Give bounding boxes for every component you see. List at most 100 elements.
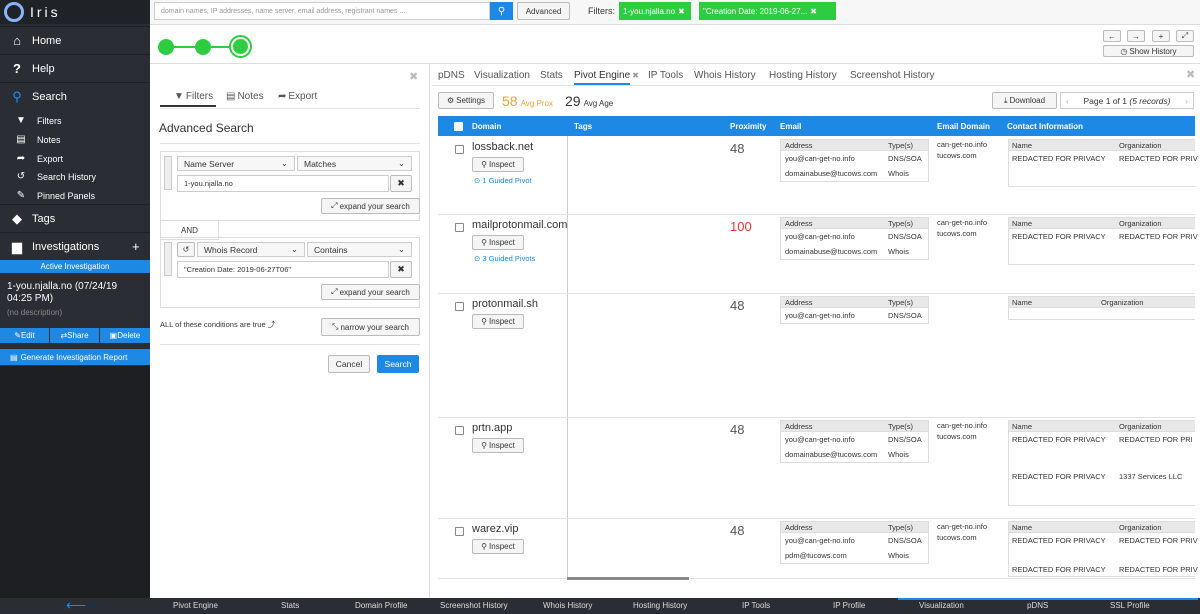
domain-name[interactable]: prtn.app [472,422,512,434]
chevron-left-icon[interactable]: ‹ [1066,96,1069,106]
download-button[interactable]: ⤓ Download [992,92,1057,109]
email-domain[interactable]: can-get-no.info [937,218,987,227]
nav-filters[interactable]: ▼ Filters [0,111,150,130]
bottom-nav-item[interactable]: Whois History [543,601,592,610]
add-investigation-button[interactable]: + [132,239,140,254]
bottom-nav-item[interactable]: Hosting History [633,601,687,610]
tab-visualization[interactable]: Visualization [470,68,534,82]
filter-chip-whois[interactable]: "Creation Date: 2019-06-27... ✖ [699,2,836,20]
email-address[interactable]: domainabuse@tucows.com [785,450,877,459]
edit-button[interactable]: ✎ Edit [0,328,49,343]
guided-pivot-link[interactable]: ⊙ 3 Guided Pivots [474,254,535,263]
nav-pinned-panels[interactable]: ✎ Pinned Panels [0,186,150,205]
inspect-button[interactable]: ⚲ Inspect [472,314,524,329]
email-domain[interactable]: tucows.com [937,151,977,160]
delete-button[interactable]: ▣ Delete [100,328,150,343]
arrow-left-icon[interactable]: ⟵ [66,597,86,614]
row-checkbox[interactable] [455,145,464,154]
drag-handle-icon[interactable] [164,156,172,190]
field-select[interactable]: Whois Record ⌄ [197,242,305,257]
col-tags[interactable]: Tags [574,116,592,136]
settings-button[interactable]: ⚙ Settings [438,92,494,109]
nav-help[interactable]: ? Help [0,54,150,82]
nav-search-history[interactable]: ↺ Search History [0,167,150,186]
bottom-nav-item[interactable]: Screenshot History [440,601,508,610]
email-address[interactable]: pdm@tucows.com [785,551,847,560]
horizontal-scrollbar[interactable] [567,577,689,580]
bottom-nav-item[interactable]: pDNS [1027,601,1048,610]
domain-name[interactable]: warez.vip [472,523,518,535]
progress-step-3[interactable] [229,35,252,58]
bottom-nav-item[interactable]: Domain Profile [355,601,407,610]
tab-hosting-history[interactable]: Hosting History [765,68,841,82]
close-icon[interactable]: ✖ [678,7,685,16]
field-select[interactable]: Name Server ⌄ [177,156,295,171]
operator-select[interactable]: Contains ⌄ [307,242,412,257]
row-checkbox[interactable] [455,223,464,232]
filter-chip-nameserver[interactable]: 1-you.njalla.no ✖ [619,2,691,20]
expand-search-button[interactable]: ⤢ expand your search [321,284,420,300]
inspect-button[interactable]: ⚲ Inspect [472,235,524,250]
col-email-domain[interactable]: Email Domain [937,116,990,136]
nav-search[interactable]: ⚲ Search [0,82,150,110]
email-address[interactable]: you@can-get-no.info [785,311,855,320]
generate-report-button[interactable]: ▤ Generate Investigation Report [0,349,150,365]
col-email[interactable]: Email [780,116,801,136]
fullscreen-button[interactable]: ⤢ [1176,30,1194,42]
row-checkbox[interactable] [455,527,464,536]
tab-notes[interactable]: ▤ Notes [222,88,268,104]
search-submit-button[interactable]: ⚲ [490,2,513,20]
operator-select[interactable]: Matches ⌄ [297,156,412,171]
email-address[interactable]: domainabuse@tucows.com [785,169,877,178]
close-icon[interactable]: ✖ [810,7,817,16]
nav-home[interactable]: ⌂ Home [0,26,150,54]
tab-export[interactable]: ➦ Export [274,88,321,104]
email-domain[interactable]: tucows.com [937,229,977,238]
logo[interactable]: Iris [0,0,150,24]
nav-tags[interactable]: ◆ Tags [0,204,150,232]
remove-condition-button[interactable]: ✖ [390,261,412,278]
value-input[interactable]: 1-you.njalla.no [177,175,389,192]
share-button[interactable]: ⇄ Share [50,328,99,343]
progress-step-1[interactable] [158,39,174,55]
email-address[interactable]: you@can-get-no.info [785,154,855,163]
email-address[interactable]: you@can-get-no.info [785,536,855,545]
tab-whois-history[interactable]: Whois History [690,68,760,82]
email-domain[interactable]: can-get-no.info [937,140,987,149]
add-panel-button[interactable]: + [1152,30,1170,42]
remove-condition-button[interactable]: ✖ [390,175,412,192]
tab-screenshot-history[interactable]: Screenshot History [846,68,938,82]
nav-export[interactable]: ➦ Export [0,149,150,168]
back-arrow-button[interactable]: ← [1103,30,1121,42]
search-input[interactable]: domain names, IP addresses, name server,… [154,2,490,20]
close-icon[interactable]: ✖ [409,70,418,83]
tab-pivot-engine[interactable]: Pivot Engine ✖ [570,68,643,82]
col-domain[interactable]: Domain [472,116,501,136]
bottom-nav-item[interactable]: SSL Profile [1110,601,1150,610]
email-address[interactable]: you@can-get-no.info [785,435,855,444]
drag-handle-icon[interactable] [164,242,172,276]
bottom-nav-item[interactable]: Stats [281,601,299,610]
forward-arrow-button[interactable]: → [1127,30,1145,42]
row-checkbox[interactable] [455,302,464,311]
narrow-search-button[interactable]: ⤡ narrow your search [321,318,420,336]
bottom-nav-item[interactable]: IP Profile [833,601,865,610]
inspect-button[interactable]: ⚲ Inspect [472,157,524,172]
email-domain[interactable]: can-get-no.info [937,421,987,430]
email-address[interactable]: domainabuse@tucows.com [785,247,877,256]
email-domain[interactable]: can-get-no.info [937,522,987,531]
email-address[interactable]: you@can-get-no.info [785,232,855,241]
search-button[interactable]: Search [377,355,419,373]
domain-name[interactable]: protonmail.sh [472,298,538,310]
chevron-right-icon[interactable]: › [1185,96,1188,106]
value-input[interactable]: "Creation Date: 2019-06-27T06" [177,261,389,278]
inspect-button[interactable]: ⚲ Inspect [472,539,524,554]
advanced-button[interactable]: Advanced [517,2,570,20]
tab-ip-tools[interactable]: IP Tools [644,68,687,82]
domain-name[interactable]: mailprotonmail.com [472,219,567,231]
close-icon[interactable]: ✖ [1186,68,1195,81]
nav-notes[interactable]: ▤ Notes [0,130,150,149]
row-checkbox[interactable] [455,426,464,435]
nav-investigations[interactable]: ▆ Investigations + [0,232,150,260]
expand-search-button[interactable]: ⤢ expand your search [321,198,420,214]
